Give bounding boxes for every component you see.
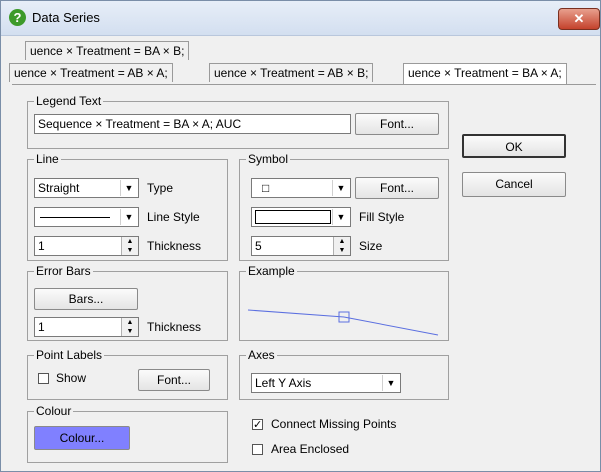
area-enclosed-label: Area Enclosed (271, 442, 350, 456)
example-line-segment-1 (247, 309, 345, 318)
tab-ab-a[interactable]: uence × Treatment = AB × A; (9, 63, 173, 82)
spin-down-icon[interactable]: ▼ (333, 246, 350, 255)
legend-font-button[interactable]: Font... (355, 113, 439, 135)
line-type-select[interactable]: Straight ▼ (34, 178, 139, 198)
error-bars-thickness-label: Thickness (147, 320, 202, 334)
symbol-select[interactable]: □ ▼ (251, 178, 351, 198)
legend-font-label: Font... (379, 117, 414, 131)
tab-ba-a-selected[interactable]: uence × Treatment = BA × A; (403, 63, 567, 84)
legend-text-title: Legend Text (34, 94, 104, 108)
symbol-font-label: Font... (379, 181, 414, 195)
line-thickness-label: Thickness (147, 239, 202, 253)
line-style-sample (40, 217, 110, 218)
chevron-down-icon: ▼ (332, 209, 349, 225)
point-labels-font-label: Font... (156, 373, 191, 387)
symbol-title: Symbol (246, 152, 291, 166)
cancel-button-label: Cancel (495, 177, 533, 191)
colour-button-label: Colour... (59, 431, 105, 445)
data-series-window: ? Data Series ✕ uence × Treatment = BA ×… (0, 0, 601, 472)
line-type-value: Straight (38, 181, 80, 195)
legend-text-input[interactable]: Sequence × Treatment = BA × A; AUC (34, 114, 351, 134)
ok-button-label: OK (505, 140, 523, 154)
chevron-down-icon: ▼ (120, 209, 137, 225)
fill-style-select[interactable]: ▼ (251, 207, 351, 227)
line-thickness-spinner[interactable]: 1 ▲ ▼ (34, 236, 139, 256)
chevron-down-icon: ▼ (382, 375, 399, 391)
tab-ab-b[interactable]: uence × Treatment = AB × B; (209, 63, 374, 82)
connect-missing-checkbox[interactable]: ✓ (252, 419, 263, 431)
error-bars-thickness-value: 1 (38, 320, 45, 334)
connect-missing-label: Connect Missing Points (271, 417, 397, 431)
colour-title: Colour (34, 404, 74, 418)
point-labels-font-button[interactable]: Font... (138, 369, 210, 391)
line-style-select[interactable]: ▼ (34, 207, 139, 227)
point-labels-title: Point Labels (34, 348, 105, 362)
symbol-size-label: Size (359, 239, 383, 253)
ok-button[interactable]: OK (462, 134, 566, 158)
example-group: Example (239, 264, 449, 341)
error-bars-thickness-spinner[interactable]: 1 ▲ ▼ (34, 317, 139, 337)
show-checkbox[interactable] (38, 373, 49, 384)
colour-button[interactable]: Colour... (34, 426, 130, 450)
chevron-down-icon: ▼ (332, 180, 349, 196)
help-icon: ? (9, 9, 26, 26)
symbol-size-spinner[interactable]: 5 ▲ ▼ (251, 236, 351, 256)
axes-value: Left Y Axis (255, 376, 312, 390)
cancel-button[interactable]: Cancel (462, 172, 566, 197)
show-label: Show (56, 371, 87, 385)
bars-button-label: Bars... (68, 292, 104, 306)
line-thickness-value: 1 (38, 239, 45, 253)
fill-style-sample (255, 210, 331, 224)
line-style-label: Line Style (147, 210, 200, 224)
tab-ba-b[interactable]: uence × Treatment = BA × B; (25, 41, 190, 60)
symbol-font-button[interactable]: Font... (355, 177, 439, 199)
symbol-value: □ (262, 181, 270, 195)
spin-down-icon[interactable]: ▼ (121, 246, 138, 255)
spin-down-icon[interactable]: ▼ (121, 327, 138, 336)
area-enclosed-checkbox[interactable] (252, 444, 263, 455)
close-button[interactable]: ✕ (558, 8, 600, 30)
window-title: Data Series (32, 10, 100, 25)
line-title: Line (34, 152, 61, 166)
error-bars-title: Error Bars (34, 264, 93, 278)
axes-select[interactable]: Left Y Axis ▼ (251, 373, 401, 393)
bars-button[interactable]: Bars... (34, 288, 138, 310)
axes-title: Axes (246, 348, 277, 362)
line-type-label: Type (147, 181, 174, 195)
symbol-size-value: 5 (255, 239, 262, 253)
example-line-segment-2 (343, 316, 439, 336)
chevron-down-icon: ▼ (120, 180, 137, 196)
fill-style-label: Fill Style (359, 210, 405, 224)
title-bar: ? Data Series ✕ (1, 1, 600, 36)
example-preview (247, 309, 439, 336)
